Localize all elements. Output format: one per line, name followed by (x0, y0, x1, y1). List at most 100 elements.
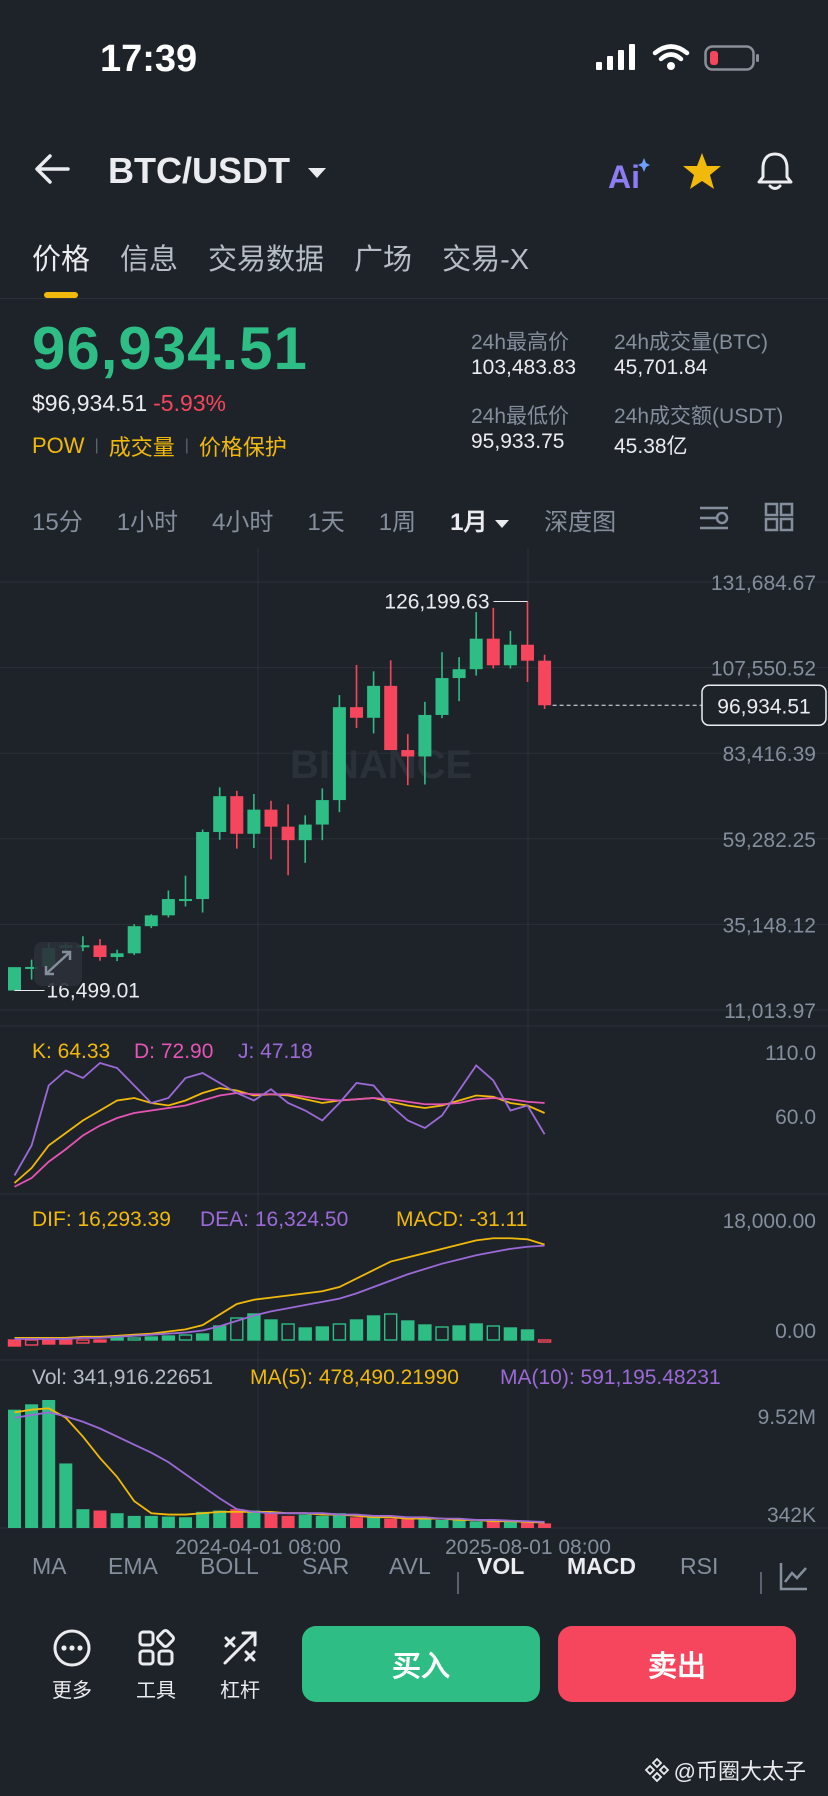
volume-bar (367, 1517, 381, 1528)
candle (332, 695, 346, 813)
bell-icon[interactable] (756, 150, 794, 192)
interval-4h[interactable]: 4小时 (212, 502, 273, 537)
interval-15m[interactable]: 15分 (32, 502, 83, 537)
macd-histogram-bar (127, 1337, 141, 1341)
interval-depth[interactable]: 深度图 (544, 502, 616, 537)
caret-down-icon (495, 519, 510, 528)
indicator-sar[interactable]: SAR (302, 1553, 349, 1580)
macd-histogram-bar (503, 1327, 518, 1341)
tools-label: 工具 (136, 1680, 176, 1702)
price-tick-label: 35,148.12 (723, 914, 816, 937)
last-price: 96,934.51 (32, 315, 308, 382)
volume-bar (486, 1521, 500, 1528)
interval-1d[interactable]: 1天 (307, 502, 344, 537)
candle-body (144, 915, 158, 927)
macd-dif-line (14, 1237, 545, 1339)
volume-tick: 342K (767, 1504, 816, 1527)
tab-price[interactable]: 价格 (32, 236, 90, 278)
signal-icon (596, 44, 635, 70)
macd-histogram-bar (298, 1327, 312, 1341)
sell-button[interactable]: 卖出 (558, 1626, 796, 1702)
fullscreen-toggle[interactable] (34, 942, 82, 986)
stat-high-label: 24h最高价 (471, 331, 570, 354)
volume-bar (8, 1409, 21, 1528)
macd-histogram-bar (178, 1334, 193, 1341)
usd-price: $96,934.51 (32, 390, 148, 416)
leverage-button[interactable]: 杠杆 (220, 1628, 260, 1703)
tag-pow[interactable]: POW (32, 433, 85, 459)
indicator-ma[interactable]: MA (32, 1553, 67, 1580)
candle (230, 790, 244, 849)
candle-body (332, 707, 346, 801)
macd-histogram-bar (332, 1323, 347, 1341)
candle-body (503, 644, 517, 666)
indicator-vol[interactable]: VOL (477, 1553, 524, 1580)
volume-label: Vol: 341,916.22651 (32, 1366, 213, 1389)
tab-bar: 价格 信息 交易数据 广场 交易-X (32, 236, 529, 278)
chart-settings-icon[interactable] (698, 502, 730, 534)
more-button[interactable]: 更多 (52, 1628, 92, 1703)
volume-bar (384, 1518, 398, 1528)
volume-bar (76, 1509, 90, 1528)
candle (281, 804, 295, 876)
leverage-icon (223, 1631, 257, 1665)
layout-grid-icon[interactable] (764, 502, 794, 532)
indicator-rsi[interactable]: RSI (680, 1553, 718, 1580)
macd-histogram-bar (384, 1313, 398, 1341)
favorite-star-icon[interactable] (682, 152, 722, 190)
macd-histogram-bar (401, 1320, 415, 1341)
indicator-avl[interactable]: AVL (389, 1553, 431, 1580)
price-axis: 131,684.67 107,550.52 83,416.39 59,282.25 35… (711, 572, 816, 1023)
macd-histogram-bar (281, 1323, 295, 1341)
tab-trading-data[interactable]: 交易数据 (208, 236, 324, 278)
candle-body (384, 685, 398, 751)
candle-body (315, 800, 329, 825)
volume-ma5-label: MA(5): 478,490.21990 (250, 1366, 459, 1389)
candle (196, 829, 210, 913)
volume-bar (281, 1515, 295, 1528)
volume-bar (213, 1510, 227, 1528)
kdj-panel: K: 64.33 D: 72.90 J: 47.18 110.0 60.0 (13, 1040, 816, 1188)
tag-volume[interactable]: 成交量 (109, 430, 175, 462)
tab-square[interactable]: 广场 (354, 236, 412, 278)
candle (503, 630, 517, 669)
price-tick-label: 11,013.97 (724, 1000, 816, 1023)
tools-button[interactable]: 工具 (136, 1628, 176, 1703)
more-label: 更多 (52, 1680, 92, 1702)
indicator-settings-icon[interactable] (778, 1560, 810, 1592)
price-change: -5.93% (153, 390, 226, 416)
candle-body (469, 638, 483, 670)
back-arrow-icon[interactable] (34, 152, 72, 186)
tag-row: POW | 成交量 | 价格保护 (32, 430, 287, 462)
tab-trade-x[interactable]: 交易-X (442, 236, 529, 278)
macd-histogram-bar (486, 1325, 500, 1341)
kdj-k-label: K: 64.33 (32, 1040, 110, 1063)
tag-price-protection[interactable]: 价格保护 (199, 430, 287, 462)
candle-body (367, 685, 381, 718)
candle-body (281, 826, 295, 841)
candle (469, 612, 483, 676)
macd-tick: 0.00 (775, 1320, 816, 1343)
ai-icon[interactable]: Ai (606, 156, 650, 192)
indicator-boll[interactable]: BOLL (200, 1553, 259, 1580)
macd-histogram-bar (366, 1315, 381, 1341)
max-price-label: 126,199.63 (384, 590, 489, 613)
indicator-ema[interactable]: EMA (108, 1553, 158, 1580)
pair-title[interactable]: BTC/USDT (108, 150, 328, 192)
status-time: 17:39 (100, 38, 198, 80)
interval-1h[interactable]: 1小时 (117, 502, 178, 537)
interval-1mo[interactable]: 1月 (450, 502, 510, 537)
buy-button[interactable]: 买入 (302, 1626, 540, 1702)
indicator-macd[interactable]: MACD (567, 1553, 636, 1580)
candle-body (401, 750, 415, 757)
candle-body (161, 899, 175, 916)
macd-histogram-bar (110, 1337, 124, 1341)
interval-1w[interactable]: 1周 (379, 502, 416, 537)
macd-histogram-bar (315, 1326, 329, 1341)
tab-info[interactable]: 信息 (120, 236, 178, 278)
price-chart[interactable]: BINANCE 131,684.67 107,550.52 83,416.39 59,… (0, 548, 828, 1566)
candle (521, 601, 534, 682)
candle (315, 788, 329, 841)
candle-body (230, 796, 244, 834)
volume-bar (521, 1522, 534, 1528)
